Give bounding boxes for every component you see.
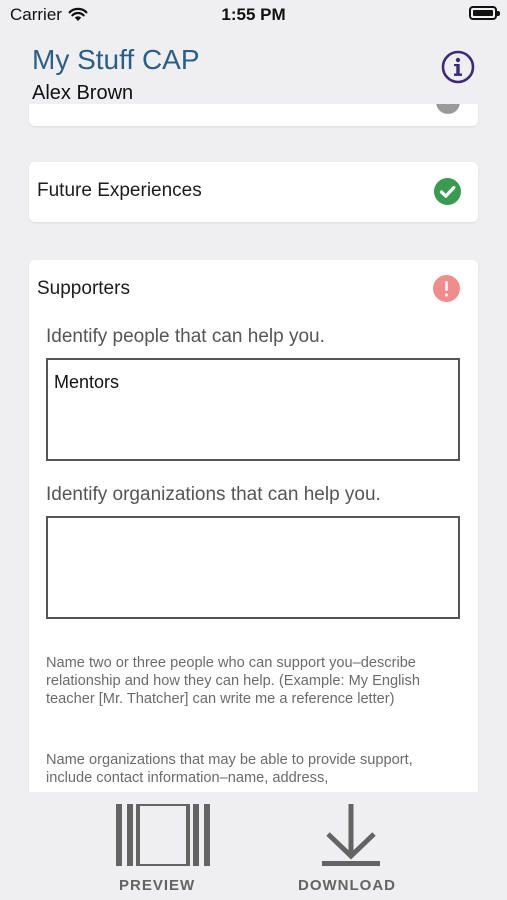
people-input-value: Mentors — [54, 372, 120, 392]
section-title: Future Experiences — [37, 180, 202, 201]
people-help-text: Name two or three people who can support… — [46, 655, 420, 707]
alert-circle-icon — [433, 275, 460, 302]
download-arrow-icon[interactable] — [322, 804, 380, 866]
app-header: My Stuff CAP Alex Brown — [0, 30, 507, 104]
bottom-toolbar: PREVIEW DOWNLOAD — [0, 792, 507, 900]
people-prompt: Identify people that can help you. — [46, 326, 325, 347]
download-button[interactable]: DOWNLOAD — [298, 877, 396, 894]
supporters-card: Supporters Identify people that can help… — [29, 260, 478, 800]
battery-icon — [469, 6, 500, 20]
clock: 1:55 PM — [221, 5, 286, 24]
user-name: Alex Brown — [32, 82, 134, 104]
people-input[interactable]: Mentors — [46, 358, 460, 461]
app-title: My Stuff CAP — [32, 44, 200, 75]
preview-icon[interactable] — [116, 804, 210, 866]
future-experiences-card[interactable]: Future Experiences — [29, 162, 478, 222]
status-bar: Carrier 1:55 PM — [0, 0, 507, 30]
info-icon[interactable] — [441, 50, 475, 84]
organizations-prompt: Identify organizations that can help you… — [46, 484, 381, 505]
organizations-help-text: Name organizations that may be able to p… — [46, 752, 413, 786]
preview-button[interactable]: PREVIEW — [119, 877, 195, 894]
section-title: Supporters — [37, 278, 130, 299]
check-circle-icon — [434, 178, 461, 205]
organizations-input[interactable] — [46, 516, 460, 619]
